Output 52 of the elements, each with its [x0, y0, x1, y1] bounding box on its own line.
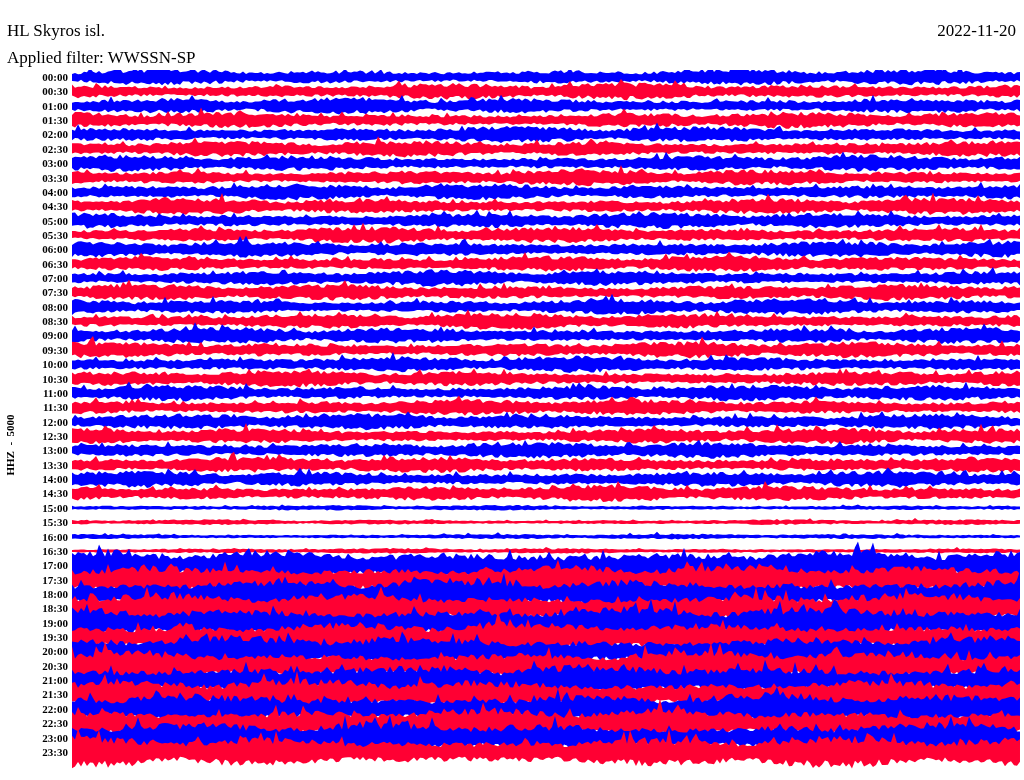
time-label: 06:30: [42, 256, 68, 272]
time-label: 04:30: [42, 199, 68, 214]
time-label: 15:00: [42, 500, 68, 516]
time-label: 05:00: [42, 213, 68, 228]
time-label: 02:30: [42, 141, 68, 157]
time-label: 13:30: [42, 457, 68, 473]
time-label: 20:00: [42, 644, 68, 659]
time-label: 11:30: [42, 400, 68, 415]
time-label: 08:30: [42, 314, 68, 329]
time-label: 09:30: [42, 342, 68, 358]
filter-label: Applied filter: WWSSN-SP: [6, 47, 197, 69]
time-label: 00:00: [42, 70, 68, 85]
time-label: 07:00: [42, 271, 68, 286]
time-label: 17:30: [42, 572, 68, 587]
time-label: 15:30: [42, 515, 68, 530]
time-label: 21:00: [42, 673, 68, 688]
time-label: 11:00: [42, 385, 68, 401]
time-label: 03:00: [42, 156, 68, 171]
time-label: 22:30: [42, 716, 68, 731]
time-label: 19:30: [42, 630, 68, 645]
time-label: 01:30: [42, 113, 68, 128]
channel-label: HHZ - 5000: [4, 414, 16, 476]
time-label: 18:30: [42, 601, 68, 616]
time-label: 02:00: [42, 127, 68, 142]
time-label: 19:00: [42, 615, 68, 630]
time-label: 10:30: [42, 371, 68, 386]
time-label: 12:30: [42, 429, 68, 444]
time-label: 08:00: [42, 299, 68, 315]
time-label: 07:30: [42, 285, 68, 300]
time-label: 16:00: [42, 529, 68, 544]
time-label: 03:30: [42, 170, 68, 185]
time-label: 09:00: [42, 328, 68, 343]
time-label: 18:00: [42, 586, 68, 602]
time-label: 23:30: [42, 744, 68, 760]
time-label: 21:30: [42, 687, 68, 702]
time-label: 06:00: [42, 242, 68, 257]
time-label: 16:30: [42, 543, 68, 559]
time-label: 05:30: [42, 227, 68, 243]
time-label: 14:30: [42, 486, 68, 501]
time-label: 12:00: [42, 414, 68, 429]
time-label: 01:00: [42, 98, 68, 114]
time-label: 04:00: [42, 184, 68, 200]
station-title: HL Skyros isl.: [7, 20, 106, 42]
date-label: 2022-11-20: [937, 20, 1016, 42]
time-label: 22:00: [42, 701, 68, 717]
time-label: 23:00: [42, 730, 68, 745]
time-label: 10:00: [42, 357, 68, 372]
time-label: 20:30: [42, 658, 68, 674]
time-label: 14:00: [42, 472, 68, 487]
time-label: 13:00: [42, 443, 68, 458]
time-label: 17:00: [42, 558, 68, 573]
time-label: 00:30: [42, 84, 68, 99]
